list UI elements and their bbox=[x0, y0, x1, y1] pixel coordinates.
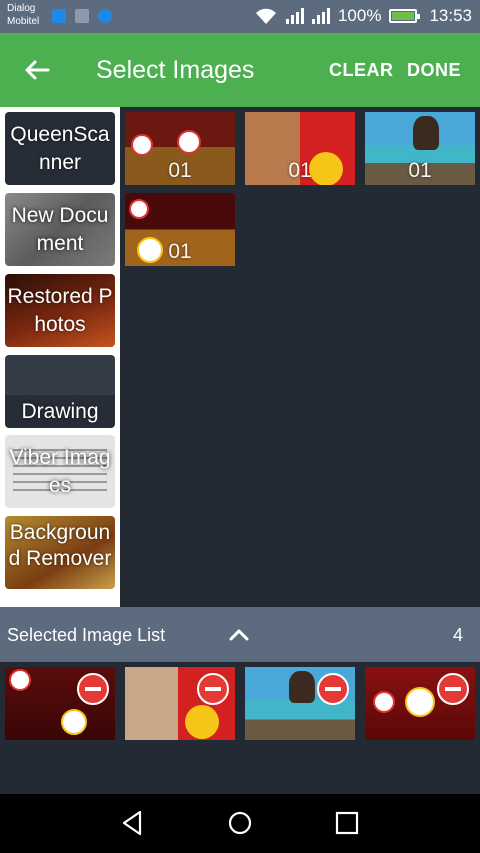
signal-icon-2 bbox=[311, 8, 330, 24]
folder-item-drawing[interactable]: Drawing bbox=[5, 355, 115, 428]
navigation-bar bbox=[0, 794, 480, 853]
sticker-icon bbox=[9, 669, 31, 691]
remove-icon[interactable] bbox=[437, 673, 469, 705]
selected-image[interactable] bbox=[365, 667, 475, 740]
image-count: 01 bbox=[408, 159, 432, 182]
image-thumbnail[interactable]: 01 bbox=[125, 193, 235, 266]
folder-label: Viber Images bbox=[9, 445, 111, 497]
selected-image-bar[interactable]: Selected Image List 4 bbox=[0, 607, 480, 662]
battery-percent: 100% bbox=[337, 6, 382, 25]
status-indicators: 100% 13:53 bbox=[254, 5, 472, 27]
carrier-line-2: Mobitel bbox=[7, 16, 40, 27]
back-nav-icon[interactable] bbox=[118, 808, 148, 838]
image-count: 01 bbox=[168, 240, 192, 263]
done-button[interactable]: DONE bbox=[407, 60, 461, 81]
sticker-icon bbox=[131, 134, 153, 156]
folder-item-restored-photos[interactable]: Restored Photos bbox=[5, 274, 115, 347]
folder-item-viber-images[interactable]: Viber Images bbox=[5, 435, 115, 508]
sticker-icon bbox=[405, 687, 435, 717]
folder-item-background-remover[interactable]: Background Remover bbox=[5, 516, 115, 589]
signal-icon-1 bbox=[285, 8, 304, 24]
folder-list: QueenScanner New Document Restored Photo… bbox=[0, 107, 120, 607]
smile-emoji-icon bbox=[309, 152, 343, 185]
cat-image bbox=[413, 116, 439, 150]
home-nav-icon[interactable] bbox=[225, 808, 255, 838]
gallery-icon bbox=[75, 9, 89, 23]
cat-image bbox=[289, 671, 315, 703]
image-thumbnail[interactable]: 01 bbox=[365, 112, 475, 185]
clear-button[interactable]: CLEAR bbox=[329, 60, 394, 81]
page-title: Select Images bbox=[96, 56, 255, 84]
folder-label: Restored Photos bbox=[7, 284, 113, 336]
selected-list-label: Selected Image List bbox=[7, 625, 166, 645]
selected-image[interactable] bbox=[125, 667, 235, 740]
remove-icon[interactable] bbox=[197, 673, 229, 705]
sticker-icon bbox=[61, 709, 87, 735]
back-arrow-icon[interactable] bbox=[20, 53, 54, 87]
image-thumbnail[interactable]: 01 bbox=[125, 112, 235, 185]
folder-item-queenscanner[interactable]: QueenScanner bbox=[5, 112, 115, 185]
folder-label: Background Remover bbox=[8, 521, 112, 570]
remove-icon[interactable] bbox=[77, 673, 109, 705]
app-bar: Select Images CLEAR DONE bbox=[0, 33, 480, 107]
folder-label: QueenScanner bbox=[10, 122, 110, 174]
maps-icon bbox=[52, 9, 66, 23]
folder-label: New Document bbox=[11, 203, 109, 255]
remove-icon[interactable] bbox=[317, 673, 349, 705]
image-thumbnail[interactable]: 01 bbox=[245, 112, 355, 185]
selected-count: 4 bbox=[452, 625, 463, 645]
chat-icon bbox=[98, 9, 112, 23]
battery-icon bbox=[389, 9, 421, 23]
carrier-name: Dialog Mobitel bbox=[7, 2, 39, 28]
clock: 13:53 bbox=[429, 6, 472, 25]
carrier-line-1: Dialog bbox=[7, 3, 36, 14]
selected-image[interactable] bbox=[245, 667, 355, 740]
smile-emoji-icon bbox=[185, 705, 219, 739]
chevron-up-icon[interactable] bbox=[228, 624, 250, 646]
folder-item-new-document[interactable]: New Document bbox=[5, 193, 115, 266]
wifi-icon bbox=[255, 8, 276, 24]
image-count: 01 bbox=[288, 159, 312, 182]
recents-nav-icon[interactable] bbox=[332, 808, 362, 838]
selected-image[interactable] bbox=[5, 667, 115, 740]
sticker-icon bbox=[137, 237, 163, 263]
sticker-icon bbox=[129, 199, 149, 219]
image-count: 01 bbox=[168, 159, 192, 182]
selected-image-list bbox=[0, 662, 480, 794]
folder-label: Drawing bbox=[21, 400, 99, 423]
sticker-icon bbox=[177, 130, 201, 154]
sticker-icon bbox=[373, 691, 395, 713]
status-bar: Dialog Mobitel 100% 13:53 bbox=[0, 0, 480, 33]
